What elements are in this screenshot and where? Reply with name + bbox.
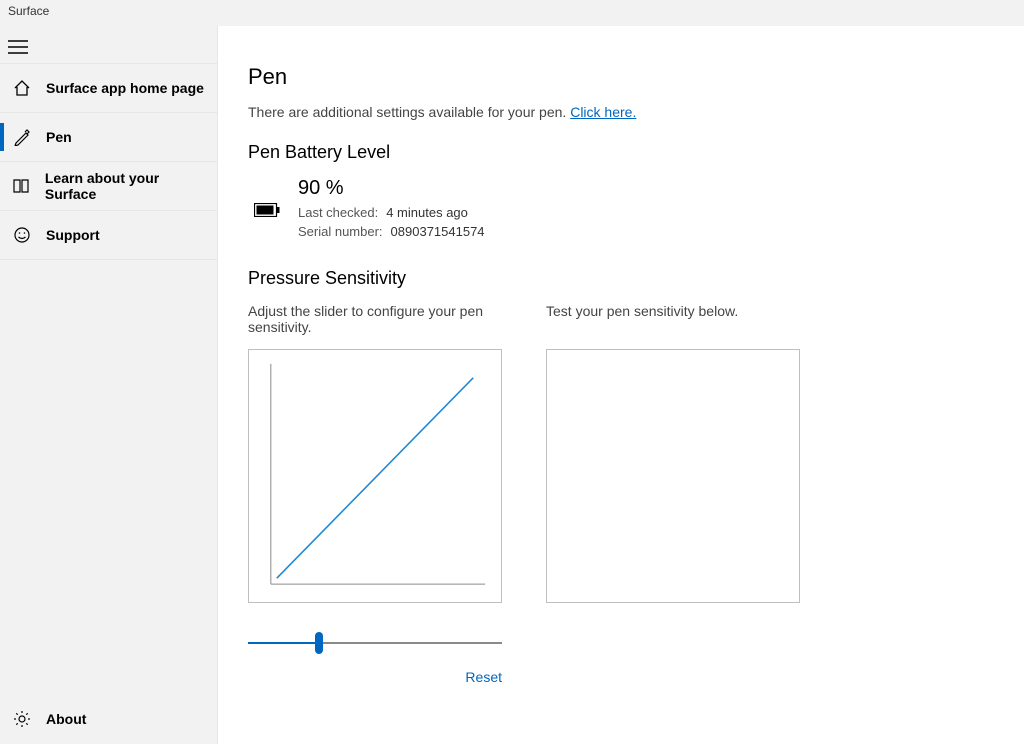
sidebar-item-label: Learn about your Surface [45, 170, 205, 202]
additional-settings-link[interactable]: Click here. [570, 104, 636, 120]
battery-heading: Pen Battery Level [248, 142, 994, 163]
main-content: Pen There are additional settings availa… [218, 26, 1024, 744]
sidebar-item-label: About [46, 711, 86, 727]
smile-icon [12, 226, 32, 244]
test-hint: Test your pen sensitivity below. [546, 303, 800, 343]
sidebar-item-learn[interactable]: Learn about your Surface [0, 161, 217, 211]
sensitivity-chart [248, 349, 502, 603]
pen-icon [12, 128, 32, 146]
slider-thumb[interactable] [315, 632, 323, 654]
sidebar-item-home[interactable]: Surface app home page [0, 63, 217, 113]
battery-percent: 90 % [298, 177, 485, 200]
book-icon [12, 177, 31, 195]
sidebar-item-label: Surface app home page [46, 80, 204, 96]
sidebar-item-label: Pen [46, 129, 72, 145]
serial-label: Serial number: [298, 223, 383, 242]
last-checked-value: 4 minutes ago [386, 204, 468, 223]
hamburger-button[interactable] [0, 26, 217, 64]
window-title: Surface [0, 0, 1024, 26]
pressure-heading: Pressure Sensitivity [248, 268, 994, 289]
gear-icon [12, 710, 32, 728]
subline: There are additional settings available … [248, 104, 994, 120]
sidebar-item-support[interactable]: Support [0, 210, 217, 260]
adjust-hint: Adjust the slider to configure your pen … [248, 303, 502, 343]
sidebar-item-about[interactable]: About [0, 694, 217, 744]
battery-icon [254, 203, 280, 222]
subline-text: There are additional settings available … [248, 104, 570, 120]
sensitivity-slider[interactable] [248, 633, 502, 653]
sidebar-item-label: Support [46, 227, 100, 243]
home-icon [12, 79, 32, 97]
chart-svg [249, 350, 501, 602]
hamburger-icon [8, 40, 28, 54]
sidebar: Surface app home page Pen Learn about yo… [0, 26, 218, 744]
test-area[interactable] [546, 349, 800, 603]
sidebar-item-pen[interactable]: Pen [0, 112, 217, 162]
serial-value: 0890371541574 [391, 223, 485, 242]
reset-button[interactable]: Reset [465, 669, 502, 685]
last-checked-label: Last checked: [298, 204, 378, 223]
page-title: Pen [248, 64, 994, 90]
